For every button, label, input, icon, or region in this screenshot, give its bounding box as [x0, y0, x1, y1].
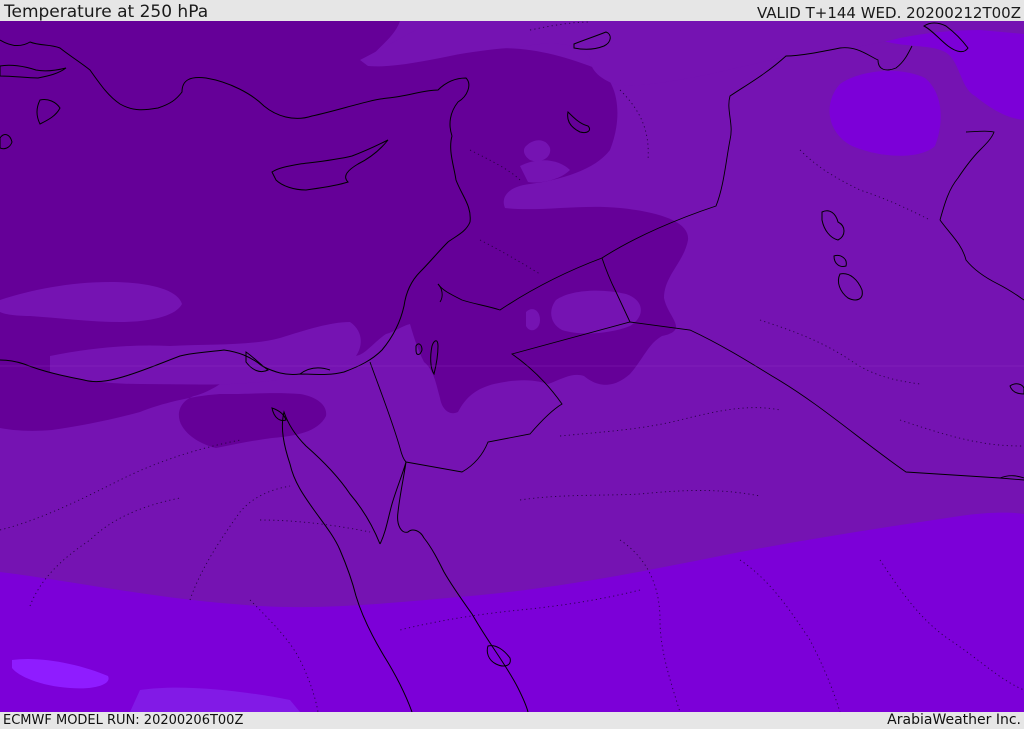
temperature-map[interactable] — [0, 21, 1024, 712]
header-bar: Temperature at 250 hPa VALID T+144 WED. … — [0, 0, 1024, 21]
map-title: Temperature at 250 hPa — [4, 2, 209, 22]
credit-label: ArabiaWeather Inc. — [887, 712, 1021, 728]
valid-time: VALID T+144 WED. 20200212T00Z — [756, 4, 1021, 22]
footer-bar: ECMWF MODEL RUN: 20200206T00Z ArabiaWeat… — [0, 712, 1024, 729]
model-run-label: ECMWF MODEL RUN: 20200206T00Z — [3, 713, 244, 728]
